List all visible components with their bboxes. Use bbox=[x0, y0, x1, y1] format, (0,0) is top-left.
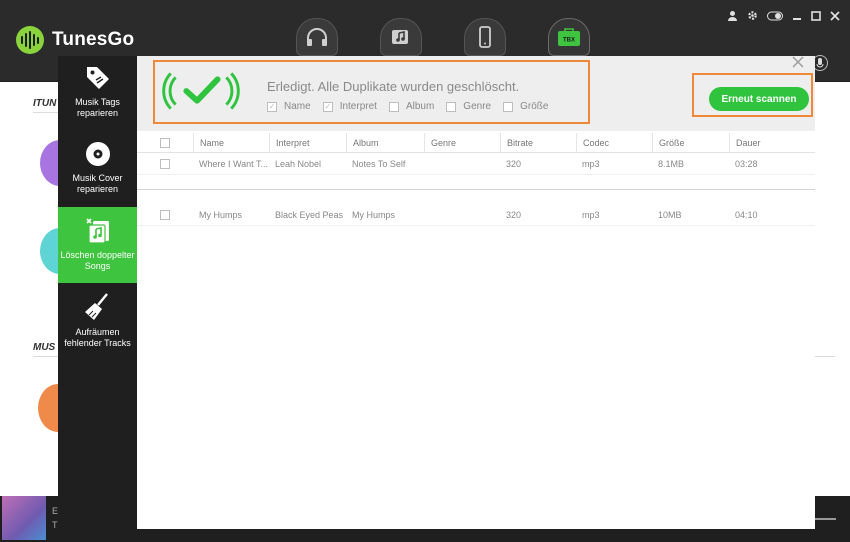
result-banner: Erledigt. Alle Duplikate wurden geschlös… bbox=[137, 56, 815, 131]
row-checkbox[interactable] bbox=[160, 209, 170, 220]
cell-size: 8.1MB bbox=[658, 158, 685, 169]
cell-artist: Leah Nobel bbox=[275, 158, 322, 169]
criteria-size[interactable]: Größe bbox=[503, 101, 548, 112]
cell-genre bbox=[424, 204, 500, 225]
column-header-genre[interactable]: Genre bbox=[424, 133, 500, 152]
result-message: Erledigt. Alle Duplikate wurden geschlös… bbox=[267, 79, 520, 94]
section-label-music: MUS bbox=[33, 342, 56, 353]
nav-video-button[interactable] bbox=[380, 18, 422, 56]
duplicates-panel: Erledigt. Alle Duplikate wurden geschlös… bbox=[137, 56, 815, 529]
success-check-icon bbox=[161, 68, 241, 114]
cell-genre bbox=[424, 153, 500, 174]
column-header-size[interactable]: Größe bbox=[652, 133, 729, 152]
toolbox-sidebar: Musik Tags reparieren Musik Cover repari… bbox=[58, 56, 137, 529]
criteria-name[interactable]: ✓ Name bbox=[267, 101, 311, 112]
column-header-bitrate[interactable]: Bitrate bbox=[500, 133, 576, 152]
cell-size: 10MB bbox=[658, 209, 682, 220]
sidebar-item-fix-covers[interactable]: Musik Cover reparieren bbox=[58, 140, 137, 202]
music-video-icon bbox=[392, 30, 408, 44]
cell-bitrate: 320 bbox=[506, 209, 522, 220]
cell-duration: 03:28 bbox=[735, 158, 758, 169]
cell-album: Notes To Self bbox=[352, 158, 406, 169]
sidebar-item-fix-tags[interactable]: Musik Tags reparieren bbox=[58, 64, 137, 126]
section-divider bbox=[33, 112, 58, 113]
gear-icon[interactable] bbox=[747, 10, 758, 21]
criteria-checkbox-checked[interactable]: ✓ bbox=[322, 101, 333, 112]
sidebar-item-label: Löschen doppelter Songs bbox=[60, 250, 135, 271]
volume-indicator[interactable] bbox=[814, 518, 836, 520]
criteria-checkbox[interactable] bbox=[388, 101, 399, 112]
nav-device-button[interactable] bbox=[464, 18, 506, 56]
table-row[interactable]: My Humps Black Eyed Peas My Humps 320 mp… bbox=[137, 204, 815, 226]
tunesgo-logo-icon bbox=[16, 26, 44, 54]
select-all-cell bbox=[137, 133, 193, 152]
group-divider bbox=[137, 189, 815, 190]
criteria-checkbox[interactable] bbox=[503, 101, 514, 112]
cell-album: My Humps bbox=[352, 209, 396, 220]
duplicate-music-icon bbox=[83, 215, 113, 245]
disc-icon bbox=[84, 140, 112, 168]
column-header-artist[interactable]: Interpret bbox=[269, 133, 346, 152]
table-row[interactable]: Where I Want T... Leah Nobel Notes To Se… bbox=[137, 153, 815, 175]
cell-codec: mp3 bbox=[582, 209, 600, 220]
broom-icon bbox=[83, 292, 113, 322]
section-divider bbox=[33, 356, 58, 357]
app-logo: TunesGo bbox=[16, 26, 134, 54]
rescan-button[interactable]: Erneut scannen bbox=[709, 87, 809, 111]
app-name: TunesGo bbox=[52, 29, 135, 50]
column-header-codec[interactable]: Codec bbox=[576, 133, 652, 152]
close-icon[interactable] bbox=[792, 56, 804, 72]
select-all-checkbox[interactable] bbox=[160, 137, 170, 148]
section-label-itunes: ITUN bbox=[33, 98, 57, 109]
sidebar-item-label: Musik Tags reparieren bbox=[75, 97, 120, 118]
section-divider bbox=[815, 356, 835, 357]
maximize-icon[interactable] bbox=[811, 10, 821, 21]
criteria-checkbox-checked[interactable]: ✓ bbox=[267, 101, 277, 112]
column-header-duration[interactable]: Dauer bbox=[729, 133, 815, 152]
criteria-row: ✓ Name ✓ Interpret Album Genre Größe bbox=[267, 101, 548, 112]
sidebar-item-clean-missing[interactable]: Aufräumen fehlender Tracks bbox=[58, 292, 137, 354]
window-controls bbox=[727, 10, 840, 21]
criteria-genre[interactable]: Genre bbox=[446, 101, 491, 112]
phone-icon bbox=[479, 26, 491, 48]
cell-bitrate: 320 bbox=[506, 158, 522, 169]
close-window-icon[interactable] bbox=[830, 10, 840, 21]
tag-icon bbox=[84, 64, 112, 92]
sidebar-item-delete-duplicates[interactable]: Löschen doppelter Songs bbox=[58, 207, 137, 283]
cell-codec: mp3 bbox=[582, 158, 600, 169]
cell-artist: Black Eyed Peas bbox=[275, 209, 344, 220]
criteria-artist[interactable]: ✓ Interpret bbox=[322, 101, 377, 112]
sidebar-item-label: Musik Cover reparieren bbox=[72, 173, 123, 194]
toolbox-label: TBX bbox=[563, 38, 575, 44]
nav-toolbox-button[interactable]: TBX bbox=[548, 18, 590, 56]
user-icon[interactable] bbox=[727, 10, 738, 21]
criteria-album[interactable]: Album bbox=[388, 101, 434, 112]
toolbox-icon: TBX bbox=[558, 28, 580, 46]
top-nav: TBX bbox=[296, 18, 590, 56]
sidebar-item-label: Aufräumen fehlender Tracks bbox=[64, 327, 131, 348]
cell-name: Where I Want T... bbox=[199, 158, 269, 169]
cell-name: My Humps bbox=[199, 209, 243, 220]
minimize-icon[interactable] bbox=[792, 11, 802, 21]
criteria-checkbox[interactable] bbox=[446, 101, 457, 112]
headphones-icon bbox=[307, 28, 327, 46]
nav-music-button[interactable] bbox=[296, 18, 338, 56]
row-checkbox[interactable] bbox=[160, 158, 170, 169]
cell-duration: 04:10 bbox=[735, 209, 758, 220]
column-header-name[interactable]: Name bbox=[193, 133, 269, 152]
table-header: Name Interpret Album Genre Bitrate Codec… bbox=[137, 133, 815, 153]
column-header-album[interactable]: Album bbox=[346, 133, 424, 152]
toggle-icon[interactable] bbox=[767, 11, 783, 21]
album-art-thumbnail[interactable] bbox=[2, 496, 46, 540]
